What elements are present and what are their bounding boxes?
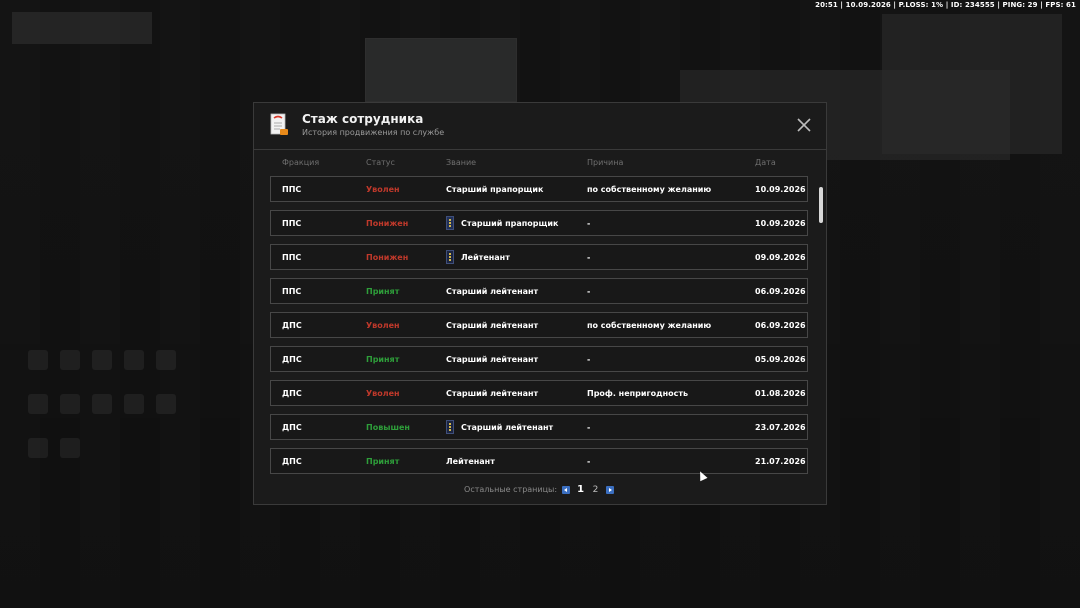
- list-scrollbar[interactable]: [819, 187, 823, 223]
- cell-faction: ППС: [282, 253, 302, 262]
- cell-status: Уволен: [366, 185, 400, 194]
- background-hud-icons: [22, 340, 182, 580]
- cell-reason: -: [587, 287, 591, 296]
- rank-insignia-icon: [446, 250, 454, 264]
- cell-faction: ДПС: [282, 457, 302, 466]
- table-row: ДПС Уволен Старший лейтенант Проф. непри…: [270, 380, 808, 406]
- service-history-list[interactable]: ППС Уволен Старший прапорщик по собствен…: [270, 176, 810, 474]
- table-row: ППС Уволен Старший прапорщик по собствен…: [270, 176, 808, 202]
- background-logo-panel: [12, 12, 152, 44]
- rank-insignia-icon: [446, 420, 454, 434]
- cell-rank: Старший прапорщик: [446, 185, 544, 194]
- cell-reason: по собственному желанию: [587, 321, 712, 330]
- pagination-label: Остальные страницы:: [464, 485, 558, 494]
- table-row: ДПС Принят Старший лейтенант - 05.09.202…: [270, 346, 808, 372]
- cell-status: Уволен: [366, 321, 400, 330]
- cell-faction: ДПС: [282, 389, 302, 398]
- cell-date: 01.08.2026: [755, 389, 806, 398]
- cell-status: Понижен: [366, 253, 409, 262]
- cell-status: Уволен: [366, 389, 400, 398]
- cell-faction: ДПС: [282, 423, 302, 432]
- cell-status: Принят: [366, 457, 400, 466]
- table-row: ППС Понижен Лейтенант - 09.09.2026: [270, 244, 808, 270]
- cell-reason: -: [587, 355, 591, 364]
- cell-faction: ППС: [282, 185, 302, 194]
- cell-faction: ППС: [282, 219, 302, 228]
- cell-reason: -: [587, 423, 591, 432]
- cell-reason: по собственному желанию: [587, 185, 712, 194]
- table-row: ППС Понижен Старший прапорщик - 10.09.20…: [270, 210, 808, 236]
- cell-faction: ДПС: [282, 355, 302, 364]
- hud-status-line: 20:51 | 10.09.2026 | P.LOSS: 1% | ID: 23…: [815, 1, 1076, 9]
- cell-status: Принят: [366, 355, 400, 364]
- table-header: Фракция Статус Звание Причина Дата: [270, 156, 810, 170]
- chevron-right-icon[interactable]: [605, 485, 614, 494]
- page-1-button[interactable]: 1: [577, 484, 584, 495]
- table-row: ДПС Принят Лейтенант - 21.07.2026: [270, 448, 808, 474]
- close-icon[interactable]: [796, 117, 812, 133]
- header-date: Дата: [755, 158, 776, 167]
- cell-date: 23.07.2026: [755, 423, 806, 432]
- modal-title: Стаж сотрудника: [302, 112, 424, 126]
- rank-insignia-icon: [446, 216, 454, 230]
- cell-date: 10.09.2026: [755, 219, 806, 228]
- cell-reason: -: [587, 253, 591, 262]
- cell-status: Повышен: [366, 423, 410, 432]
- cell-rank: Старший прапорщик: [461, 219, 559, 228]
- background-poster: [365, 38, 517, 102]
- modal-subtitle: История продвижения по службе: [302, 128, 445, 137]
- header-reason: Причина: [587, 158, 624, 167]
- cell-rank: Старший лейтенант: [461, 423, 554, 432]
- header-rank: Звание: [446, 158, 477, 167]
- table-row: ДПС Повышен Старший лейтенант - 23.07.20…: [270, 414, 808, 440]
- cell-status: Принят: [366, 287, 400, 296]
- header-faction: Фракция: [282, 158, 320, 167]
- pagination: Остальные страницы: 1 2: [254, 484, 826, 495]
- cell-date: 10.09.2026: [755, 185, 806, 194]
- cell-date: 21.07.2026: [755, 457, 806, 466]
- page-2-button[interactable]: 2: [593, 485, 599, 495]
- table-row: ДПС Уволен Старший лейтенант по собствен…: [270, 312, 808, 338]
- cell-date: 06.09.2026: [755, 321, 806, 330]
- modal-header: Стаж сотрудника История продвижения по с…: [254, 103, 826, 150]
- cell-status: Понижен: [366, 219, 409, 228]
- cell-rank: Старший лейтенант: [446, 355, 539, 364]
- cell-reason: -: [587, 219, 591, 228]
- cell-date: 09.09.2026: [755, 253, 806, 262]
- cell-rank: Старший лейтенант: [446, 389, 539, 398]
- cell-rank: Старший лейтенант: [446, 321, 539, 330]
- table-row: ППС Принят Старший лейтенант - 06.09.202…: [270, 278, 808, 304]
- cell-date: 06.09.2026: [755, 287, 806, 296]
- cell-faction: ППС: [282, 287, 302, 296]
- document-icon: [270, 113, 288, 135]
- cell-faction: ДПС: [282, 321, 302, 330]
- cell-reason: Проф. непригодность: [587, 389, 689, 398]
- cell-rank: Лейтенант: [446, 457, 495, 466]
- cell-reason: -: [587, 457, 591, 466]
- chevron-left-icon[interactable]: [561, 485, 570, 494]
- employee-service-modal: Стаж сотрудника История продвижения по с…: [253, 102, 827, 505]
- cell-date: 05.09.2026: [755, 355, 806, 364]
- cell-rank: Лейтенант: [461, 253, 510, 262]
- header-status: Статус: [366, 158, 395, 167]
- cell-rank: Старший лейтенант: [446, 287, 539, 296]
